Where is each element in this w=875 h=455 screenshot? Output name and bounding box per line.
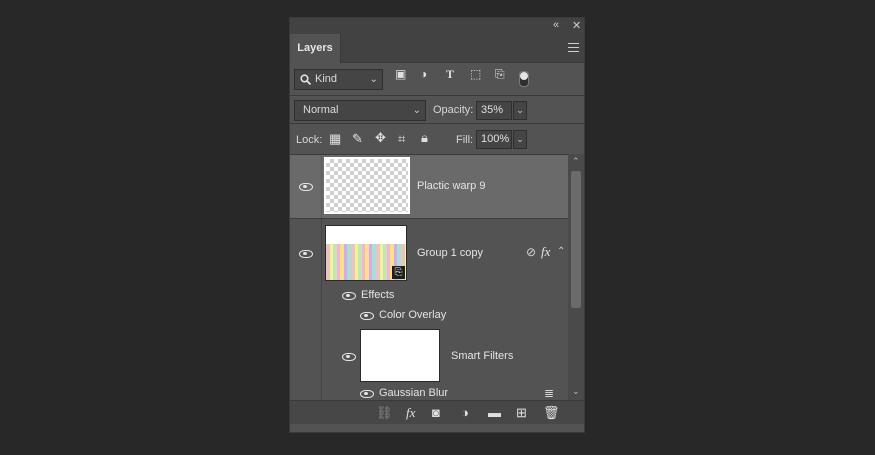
opacity-input[interactable]: 35% [476,101,512,120]
lock-label: Lock: [296,134,323,146]
scroll-down-icon[interactable]: ⌄ [572,386,580,397]
layer-name: Group 1 copy [417,247,484,259]
scrollbar-thumb[interactable] [571,171,581,308]
smart-object-filter-icon[interactable]: ⎘ [495,67,505,82]
clipping-mask-icon[interactable]: ⊘ [526,245,536,259]
smart-filters-label: Smart Filters [451,350,514,362]
effect-item-label: Color Overlay [379,309,447,321]
shape-layer-filter-icon[interactable]: ⬚ [470,67,481,81]
eye-visibility-icon[interactable] [299,250,313,258]
scroll-up-icon[interactable]: ⌃ [572,156,580,167]
fx-icon[interactable]: fx [541,244,550,260]
chevron-up-icon[interactable]: ⌃ [557,246,565,257]
new-fill-adjustment-icon[interactable]: ◑ [461,405,469,420]
tab-layers[interactable]: Layers [290,34,341,63]
blend-mode-value: Normal [303,104,339,116]
fill-input[interactable]: 100% [476,130,512,149]
lock-row: Lock: ▦ ✎ ✥ ⌗ 🔒︎ Fill: 100% ⌄ [290,123,584,155]
layer-row-plactic-warp[interactable]: Plactic warp 9 [290,155,568,218]
effects-label: Effects [361,289,395,301]
layers-scrollbar[interactable]: ⌃ ⌄ [568,154,584,400]
filter-kind-label: Kind [315,73,338,85]
smart-filters-row[interactable]: Smart Filters [322,326,568,384]
opacity-label: Opacity: [433,104,474,116]
filter-blending-options-icon[interactable]: ≣ [544,386,554,400]
fill-chevron-icon[interactable]: ⌄ [513,130,527,149]
filter-toggle-switch[interactable] [519,71,529,87]
new-layer-icon[interactable]: ⊞ [516,405,527,421]
link-layers-icon[interactable]: ⛓︎ [376,405,393,421]
smart-object-badge-icon: ⎘ [392,266,405,279]
layers-bottom-toolbar: ⛓︎ fx ◙ ◑ ▬ ⊞ 🗑︎ [290,400,584,424]
smart-filter-item-gaussian-blur[interactable]: Gaussian Blur ≣ [322,384,568,401]
adjustment-layer-filter-icon[interactable]: ◑ [420,67,427,81]
lock-transparent-pixels-icon[interactable]: ▦ [329,131,341,147]
smart-filter-mask-thumbnail [360,329,440,382]
chevron-down-icon: ⌄ [369,74,378,85]
panel-top-bar: « ✕ [290,18,584,34]
fill-label: Fill: [456,134,474,146]
layers-panel: « ✕ Layers Kind ⌄ ▣ ◑ T ⬚ ⎘ Normal ⌄ Opa… [289,17,585,433]
lock-image-pixels-icon[interactable]: ✎ [352,131,363,147]
panel-tab-row: Layers [290,34,584,63]
search-icon [300,74,311,85]
eye-visibility-icon[interactable] [342,292,356,300]
layers-list: Plactic warp 9 ⎘ Group 1 copy ⊘ fx ⌃ Eff… [290,154,568,401]
new-group-icon[interactable]: ▬ [488,405,501,420]
layer-row-group-1-copy[interactable]: ⎘ Group 1 copy ⊘ fx ⌃ [290,218,568,287]
lock-position-icon[interactable]: ✥ [375,130,386,146]
eye-visibility-icon[interactable] [299,183,313,191]
double-chevron-left-icon[interactable]: « [553,19,559,31]
delete-layer-icon[interactable]: 🗑︎ [543,405,560,421]
eye-visibility-icon[interactable] [360,390,374,398]
add-mask-icon[interactable]: ◙ [432,405,440,420]
layer-thumbnail [324,157,410,214]
filter-row: Kind ⌄ ▣ ◑ T ⬚ ⎘ [290,63,584,95]
eye-visibility-icon[interactable] [360,312,374,320]
type-layer-filter-icon[interactable]: T [446,67,454,82]
blend-mode-dropdown[interactable]: Normal ⌄ [294,100,426,121]
lock-all-icon[interactable]: 🔒︎ [421,130,428,146]
filter-kind-dropdown[interactable]: Kind ⌄ [294,69,383,90]
effect-item-color-overlay[interactable]: Color Overlay [322,306,568,326]
pixel-layer-filter-icon[interactable]: ▣ [395,67,406,81]
panel-menu-icon[interactable] [568,43,579,52]
layer-thumbnail: ⎘ [325,225,407,281]
layer-name: Plactic warp 9 [417,180,486,192]
smart-filter-item-label: Gaussian Blur [379,387,449,399]
blend-row: Normal ⌄ Opacity: 35% ⌄ [290,95,584,124]
lock-artboard-icon[interactable]: ⌗ [398,131,405,147]
opacity-chevron-icon[interactable]: ⌄ [513,101,527,120]
chevron-down-icon: ⌄ [412,105,421,116]
eye-visibility-icon[interactable] [342,353,356,361]
effects-row[interactable]: Effects [290,286,568,401]
add-layer-style-icon[interactable]: fx [406,405,415,421]
close-icon[interactable]: ✕ [572,19,581,32]
